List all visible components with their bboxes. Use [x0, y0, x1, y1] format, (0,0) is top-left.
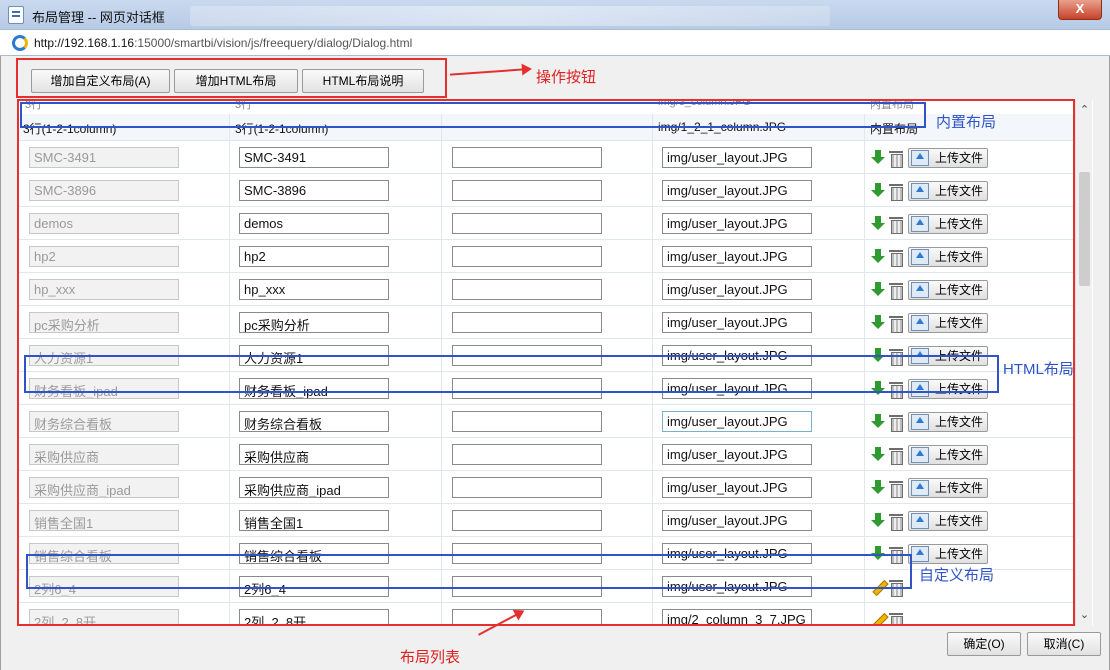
builtin-layout-highlight	[20, 102, 926, 128]
custom-layout-highlight	[26, 554, 912, 589]
builtin-layout-annotation: 内置布局	[936, 114, 997, 131]
scroll-down-icon[interactable]: ⌄	[1076, 607, 1093, 624]
address-bar: http://192.168.1.16:15000/smartbi/vision…	[0, 30, 1110, 56]
ie-icon	[12, 35, 28, 51]
custom-layout-annotation: 自定义布局	[919, 567, 995, 584]
html-layout-annotation: HTML布局	[1003, 361, 1074, 378]
window-title: 布局管理 -- 网页对话框	[32, 10, 165, 25]
scroll-up-icon[interactable]: ⌃	[1076, 102, 1093, 119]
close-button[interactable]: X	[1058, 0, 1102, 20]
background-taskbar-blur	[190, 6, 830, 26]
window-titlebar: 布局管理 -- 网页对话框 X	[0, 0, 1110, 30]
ops-buttons-highlight	[16, 58, 447, 98]
ok-button[interactable]: 确定(O)	[947, 632, 1021, 656]
vertical-scrollbar[interactable]: ⌃ ⌄	[1075, 100, 1092, 626]
scrollbar-thumb[interactable]	[1079, 172, 1090, 286]
dialog-app-icon	[8, 6, 24, 24]
page-url: http://192.168.1.16:15000/smartbi/vision…	[34, 36, 413, 50]
cancel-button[interactable]: 取消(C)	[1027, 632, 1101, 656]
html-layout-highlight	[24, 355, 999, 393]
layout-list-annotation: 布局列表	[400, 649, 461, 666]
ops-buttons-annotation: 操作按钮	[536, 69, 597, 86]
